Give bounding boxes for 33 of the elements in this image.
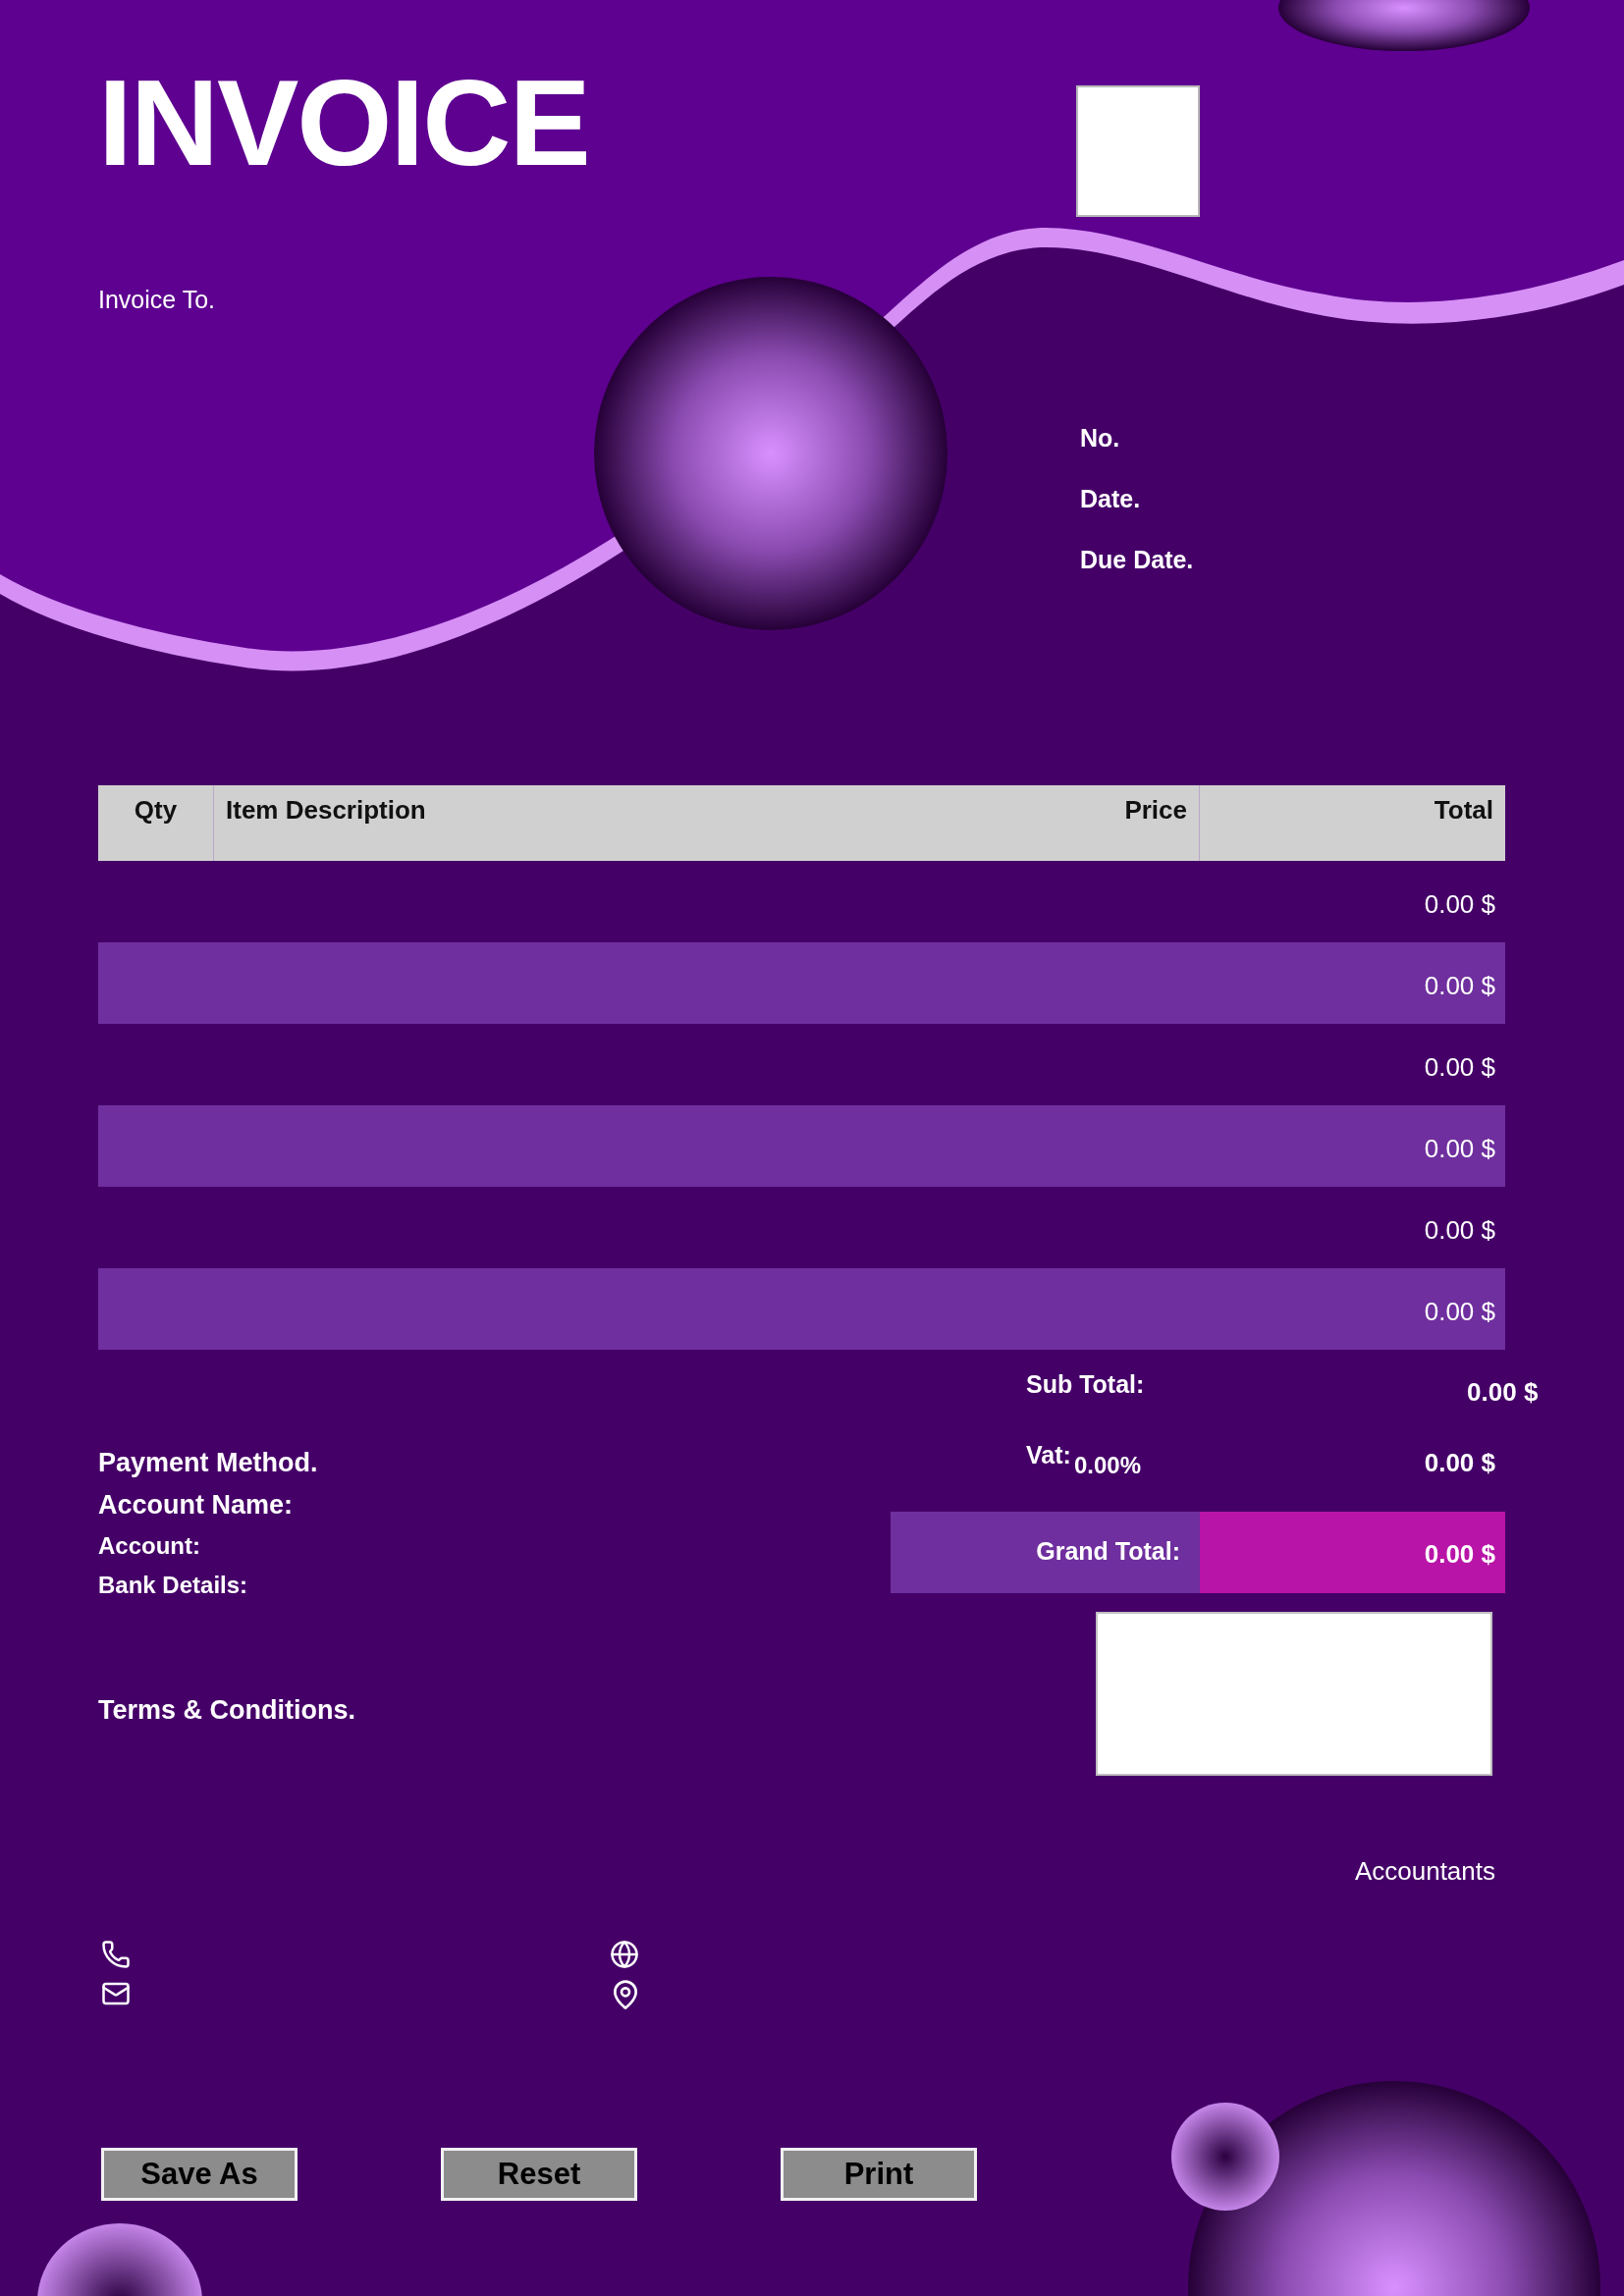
total-cell-text: 0.00 $ — [1423, 970, 1496, 1001]
total-cell-text: 0.00 $ — [1423, 1296, 1496, 1327]
grand-total-label: Grand Total: — [891, 1512, 1200, 1593]
action-button[interactable]: Save As — [101, 2148, 298, 2201]
meta-label: Date. — [1080, 484, 1142, 513]
terms-label: Terms & Conditions. — [98, 1695, 356, 1726]
grand-total-value: 0.00 $ — [1200, 1512, 1505, 1593]
vat-value: 0.00 $ — [1423, 1447, 1496, 1478]
payment-label: Account: — [98, 1531, 201, 1561]
meta-label: No. — [1080, 423, 1121, 453]
meta-label: Due Date. — [1080, 545, 1195, 574]
vat-rate: 0.00% — [1073, 1451, 1142, 1479]
column-header: Price — [807, 785, 1200, 861]
total-cell-text: 0.00 $ — [1423, 1051, 1496, 1083]
payment-label: Payment Method. — [98, 1447, 319, 1479]
column-header: Total — [1433, 794, 1494, 827]
phone-icon — [101, 1940, 131, 1969]
signature-caption: Accountants — [1354, 1856, 1496, 1887]
invoice-to-label: Invoice To. — [98, 285, 217, 315]
action-button[interactable]: Reset — [441, 2148, 637, 2201]
subtotal-label: Sub Total: — [1026, 1369, 1145, 1399]
column-header: Qty — [98, 785, 214, 861]
vat-label: Vat: — [1026, 1440, 1071, 1469]
payment-label: Account Name: — [98, 1489, 295, 1522]
total-cell-text: 0.00 $ — [1423, 888, 1496, 920]
payment-label: Bank Details: — [98, 1571, 249, 1600]
action-button[interactable]: Print — [781, 2148, 977, 2201]
subtotal-value: 0.00 $ — [1466, 1376, 1540, 1408]
column-header: Item Description — [225, 794, 427, 827]
invoice-title: INVOICE — [98, 61, 590, 184]
total-cell-text: 0.00 $ — [1423, 1133, 1496, 1164]
total-cell-text: 0.00 $ — [1423, 1214, 1496, 1246]
globe-icon — [610, 1940, 639, 1969]
